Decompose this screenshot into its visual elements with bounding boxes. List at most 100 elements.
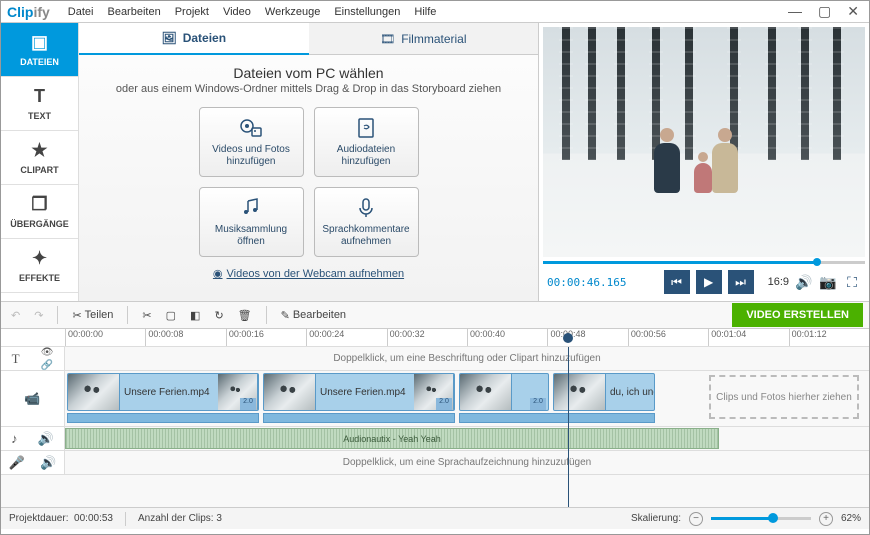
playhead-handle[interactable] bbox=[563, 333, 573, 343]
sidebar-item-label: EFFEKTE bbox=[19, 273, 60, 283]
window-maximize-icon[interactable]: ▢ bbox=[814, 3, 835, 20]
transition-segment[interactable] bbox=[459, 413, 655, 423]
zoom-slider[interactable] bbox=[711, 517, 811, 520]
sidebar-item-label: ÜBERGÄNGE bbox=[10, 219, 69, 229]
rotate-button[interactable]: ↻ bbox=[210, 307, 227, 324]
prev-button[interactable]: ⏮ bbox=[664, 270, 690, 294]
sidebar-item-clipart[interactable]: ★ CLIPART bbox=[1, 131, 78, 185]
webcam-icon: ◉ bbox=[213, 267, 223, 280]
webcam-link[interactable]: ◉ Videos von der Webcam aufnehmen bbox=[213, 267, 404, 280]
mic-icon bbox=[354, 196, 378, 220]
clip-label: du, ich und wir bbox=[606, 387, 655, 398]
clip-label: Unsere Ferien.mp4 bbox=[316, 387, 410, 398]
video-clip[interactable]: Unsere Ferien.mp4 2.0 bbox=[263, 373, 455, 411]
sidebar-item-text[interactable]: T TEXT bbox=[1, 77, 78, 131]
redo-button[interactable]: ↷ bbox=[30, 307, 47, 324]
text-track-icon: T bbox=[12, 351, 20, 367]
stabilize-button[interactable]: ◧ bbox=[186, 307, 204, 324]
voice-track[interactable]: Doppelklick, um eine Sprachaufzeichnung … bbox=[65, 451, 869, 474]
menu-edit[interactable]: Bearbeiten bbox=[107, 6, 160, 18]
preview-scrubber[interactable] bbox=[543, 257, 865, 267]
edit-button[interactable]: ✎ Bearbeiten bbox=[277, 307, 350, 324]
snapshot-icon[interactable]: 📷 bbox=[819, 274, 837, 291]
video-clip[interactable]: Unsere Ferien.mp4 2.0 bbox=[67, 373, 259, 411]
import-subtitle: oder aus einem Windows-Ordner mittels Dr… bbox=[99, 83, 518, 95]
undo-button[interactable]: ↶ bbox=[7, 307, 24, 324]
menu-help[interactable]: Hilfe bbox=[414, 6, 436, 18]
video-track[interactable]: Unsere Ferien.mp4 2.0 Unsere Ferien.mp4 2.0… bbox=[65, 371, 869, 426]
sidebar-item-label: DATEIEN bbox=[20, 57, 59, 67]
wand-icon: ✦ bbox=[32, 248, 47, 269]
menu-bar: Datei Bearbeiten Projekt Video Werkzeuge… bbox=[68, 6, 784, 18]
timeline: T 👁 🔗 Doppelklick, um eine Beschriftung … bbox=[1, 347, 869, 507]
mute-icon[interactable]: 🔊 bbox=[38, 431, 54, 447]
sidebar-item-transitions[interactable]: ❐ ÜBERGÄNGE bbox=[1, 185, 78, 239]
crop-button[interactable]: ▢ bbox=[162, 307, 180, 324]
menu-tools[interactable]: Werkzeuge bbox=[265, 6, 320, 18]
clip-duration-tag: 2.0 bbox=[530, 398, 546, 410]
split-button[interactable]: ✂ Teilen bbox=[68, 307, 117, 324]
preview-video[interactable] bbox=[543, 27, 865, 257]
window-close-icon[interactable]: ✕ bbox=[843, 3, 863, 20]
fullscreen-icon[interactable]: ⛶ bbox=[843, 274, 861, 291]
sidebar: ▣ DATEIEN T TEXT ★ CLIPART ❐ ÜBERGÄNGE ✦… bbox=[1, 23, 79, 301]
video-clip[interactable]: 2.0 bbox=[459, 373, 549, 411]
playhead-line bbox=[568, 347, 569, 507]
preview-panel: 00:00:46.165 ⏮ ▶ ⏭ 16:9 🔊 📷 ⛶ bbox=[539, 23, 869, 301]
layers-icon: ❐ bbox=[31, 194, 47, 215]
clip-label: Unsere Ferien.mp4 bbox=[120, 387, 214, 398]
import-music-button[interactable]: Musiksammlung öffnen bbox=[199, 187, 304, 257]
cut-button[interactable]: ✂ bbox=[138, 307, 155, 324]
timeline-toolbar: ↶ ↷ ✂ Teilen ✂ ▢ ◧ ↻ 🗑 ✎ Bearbeiten VIDE… bbox=[1, 301, 869, 329]
voice-track-icon: 🎤 bbox=[9, 455, 25, 471]
zoom-out-button[interactable]: − bbox=[689, 512, 703, 526]
video-track-icon: 📹 bbox=[24, 391, 40, 407]
star-icon: ★ bbox=[31, 140, 47, 161]
link-icon[interactable]: 🔗 bbox=[41, 360, 54, 371]
tab-stock[interactable]: 🎞 Filmmaterial bbox=[309, 23, 539, 55]
music-icon bbox=[239, 196, 263, 220]
tab-files[interactable]: 🖼 Dateien bbox=[79, 23, 309, 55]
mute-icon[interactable]: 🔊 bbox=[40, 455, 56, 471]
audio-clip[interactable]: Audionautix - Yeah Yeah bbox=[65, 428, 719, 449]
next-button[interactable]: ⏭ bbox=[728, 270, 754, 294]
zoom-in-button[interactable]: + bbox=[819, 512, 833, 526]
create-video-button[interactable]: VIDEO ERSTELLEN bbox=[732, 303, 863, 327]
menu-project[interactable]: Projekt bbox=[175, 6, 209, 18]
aspect-ratio[interactable]: 16:9 bbox=[768, 276, 789, 288]
reel-icon bbox=[239, 116, 263, 140]
import-title: Dateien vom PC wählen bbox=[99, 65, 518, 81]
image-icon: ▣ bbox=[31, 32, 48, 53]
text-track[interactable]: Doppelklick, um eine Beschriftung oder C… bbox=[65, 347, 869, 370]
audio-track[interactable]: Audionautix - Yeah Yeah bbox=[65, 427, 869, 450]
volume-icon[interactable]: 🔊 bbox=[795, 274, 813, 291]
time-ruler[interactable]: 00:00:00 00:00:08 00:00:16 00:00:24 00:0… bbox=[1, 329, 869, 347]
clip-duration-tag: 2.0 bbox=[436, 398, 452, 410]
transition-segment[interactable] bbox=[263, 413, 455, 423]
text-icon: T bbox=[34, 86, 45, 107]
delete-button[interactable]: 🗑 bbox=[234, 307, 256, 324]
window-minimize-icon[interactable]: ― bbox=[784, 3, 806, 20]
preview-timecode: 00:00:46.165 bbox=[547, 276, 658, 289]
audiofile-icon bbox=[354, 116, 378, 140]
import-panel: 🖼 Dateien 🎞 Filmmaterial Dateien vom PC … bbox=[79, 23, 539, 301]
app-logo: Clipify bbox=[7, 4, 50, 20]
zoom-value: 62% bbox=[841, 513, 861, 524]
import-voice-button[interactable]: Sprachkommentare aufnehmen bbox=[314, 187, 419, 257]
visibility-icon[interactable]: 👁 bbox=[41, 347, 54, 358]
sidebar-item-label: TEXT bbox=[28, 111, 51, 121]
import-video-button[interactable]: Videos und Fotos hinzufügen bbox=[199, 107, 304, 177]
menu-file[interactable]: Datei bbox=[68, 6, 94, 18]
sidebar-item-effects[interactable]: ✦ EFFEKTE bbox=[1, 239, 78, 293]
clip-duration-tag: 2.0 bbox=[240, 398, 256, 410]
drop-zone[interactable]: Clips und Fotos hierher ziehen bbox=[709, 375, 859, 419]
sidebar-item-files[interactable]: ▣ DATEIEN bbox=[1, 23, 78, 77]
film-icon: 🎞 bbox=[380, 32, 395, 46]
menu-video[interactable]: Video bbox=[223, 6, 251, 18]
menu-settings[interactable]: Einstellungen bbox=[334, 6, 400, 18]
play-button[interactable]: ▶ bbox=[696, 270, 722, 294]
import-audio-button[interactable]: Audiodateien hinzufügen bbox=[314, 107, 419, 177]
music-track-icon: ♪ bbox=[11, 431, 18, 446]
transition-segment[interactable] bbox=[67, 413, 259, 423]
sidebar-item-label: CLIPART bbox=[20, 165, 58, 175]
